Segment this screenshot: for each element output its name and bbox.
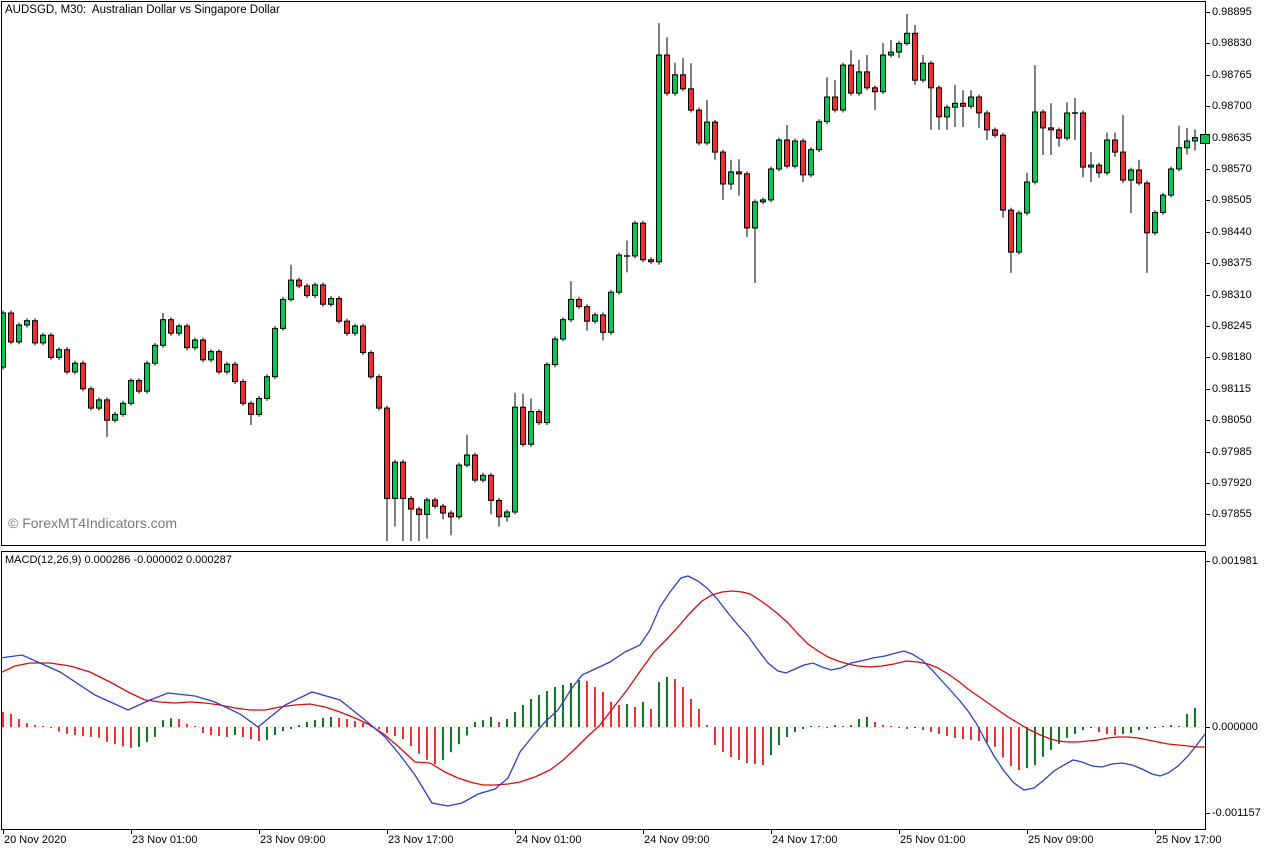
price-axis-tick — [1206, 106, 1210, 107]
macd-axis-tick — [1206, 727, 1210, 728]
price-panel[interactable] — [1, 1, 1206, 546]
price-axis-label: 0.97920 — [1212, 477, 1252, 489]
price-axis-tick — [1206, 12, 1210, 13]
time-axis-label: 23 Nov 17:00 — [388, 834, 453, 846]
macd-axis-tick — [1206, 813, 1210, 814]
price-axis-tick — [1206, 514, 1210, 515]
price-axis-label: 0.98440 — [1212, 226, 1252, 238]
macd-axis-label: -0.001157 — [1212, 807, 1261, 819]
price-axis-tick — [1206, 483, 1210, 484]
price-axis-label: 0.98570 — [1212, 163, 1252, 175]
chart-window: AUDSGD, M30: Australian Dollar vs Singap… — [0, 0, 1275, 852]
price-axis-tick — [1206, 420, 1210, 421]
time-axis-label: 25 Nov 01:00 — [900, 834, 965, 846]
time-axis-label: 25 Nov 09:00 — [1028, 834, 1093, 846]
time-axis-label: 24 Nov 01:00 — [516, 834, 581, 846]
price-axis-tick — [1206, 295, 1210, 296]
price-axis-tick — [1206, 389, 1210, 390]
price-axis-label: 0.98180 — [1212, 351, 1252, 363]
price-axis-label: 0.98830 — [1212, 37, 1252, 49]
price-axis-tick — [1206, 326, 1210, 327]
time-axis-label: 20 Nov 2020 — [4, 834, 66, 846]
price-axis-label: 0.98375 — [1212, 257, 1252, 269]
price-axis-label: 0.98700 — [1212, 100, 1252, 112]
macd-indicator-label: MACD(12,26,9) 0.000286 -0.000002 0.00028… — [5, 554, 232, 566]
price-axis-tick — [1206, 357, 1210, 358]
current-price-marker — [1200, 134, 1210, 144]
price-axis-label: 0.97985 — [1212, 446, 1252, 458]
time-axis-label: 25 Nov 17:00 — [1156, 834, 1221, 846]
time-axis-label: 23 Nov 01:00 — [132, 834, 197, 846]
chart-title: AUDSGD, M30: Australian Dollar vs Singap… — [5, 4, 280, 16]
time-axis-label: 24 Nov 17:00 — [772, 834, 837, 846]
price-axis-tick — [1206, 452, 1210, 453]
price-axis-label: 0.98635 — [1212, 132, 1252, 144]
price-axis-label: 0.98310 — [1212, 289, 1252, 301]
macd-axis-label: 0.000000 — [1212, 721, 1258, 733]
macd-chart[interactable] — [2, 552, 1205, 829]
price-axis-tick — [1206, 263, 1210, 264]
price-axis-label: 0.97855 — [1212, 508, 1252, 520]
price-axis-tick — [1206, 43, 1210, 44]
price-axis-label: 0.98505 — [1212, 194, 1252, 206]
time-axis-label: 23 Nov 09:00 — [260, 834, 325, 846]
macd-axis-tick — [1206, 561, 1210, 562]
price-axis-label: 0.98765 — [1212, 69, 1252, 81]
candlestick-chart[interactable] — [2, 2, 1205, 545]
macd-axis-label: 0.001981 — [1212, 555, 1258, 567]
time-axis-label: 24 Nov 09:00 — [644, 834, 709, 846]
price-axis-tick — [1206, 232, 1210, 233]
macd-panel[interactable] — [1, 551, 1206, 830]
price-axis-label: 0.98245 — [1212, 320, 1252, 332]
price-axis-label: 0.98050 — [1212, 414, 1252, 426]
price-axis-tick — [1206, 75, 1210, 76]
price-axis-tick — [1206, 200, 1210, 201]
price-axis-label: 0.98115 — [1212, 383, 1251, 395]
price-axis-tick — [1206, 169, 1210, 170]
watermark: © ForexMT4Indicators.com — [8, 515, 177, 531]
price-axis-label: 0.98895 — [1212, 6, 1252, 18]
